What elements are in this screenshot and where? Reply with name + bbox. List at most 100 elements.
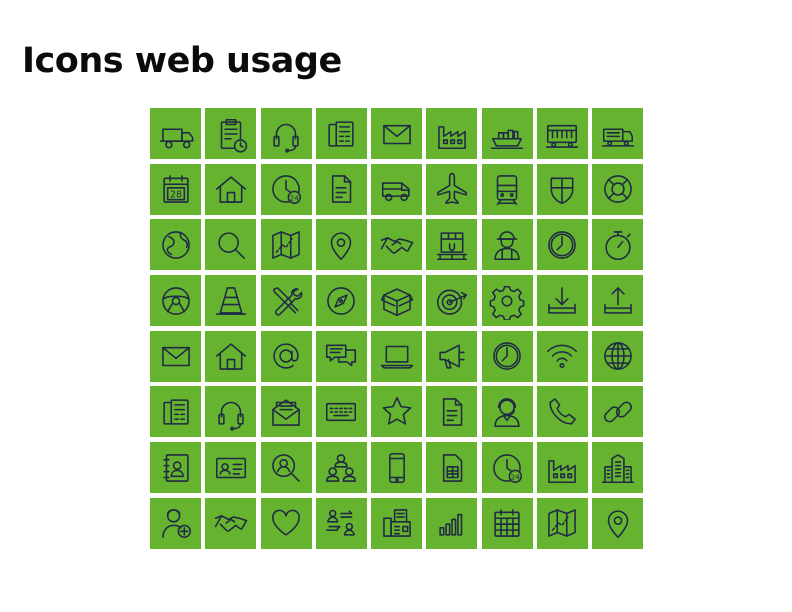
icon-tile [205, 386, 257, 438]
icon-grid: 28 24 24 [150, 108, 643, 549]
download-tray-icon [543, 282, 581, 320]
clock-icon [488, 337, 526, 375]
headset-icon [267, 115, 305, 153]
icon-tile [371, 330, 422, 382]
envelope-icon [157, 337, 195, 375]
icon-tile [536, 275, 588, 327]
icon-tile [426, 163, 478, 215]
globe-icon [599, 337, 637, 375]
fax-icon [322, 115, 360, 153]
icon-tile [371, 163, 422, 215]
magnifier-icon [212, 226, 250, 264]
home-icon [212, 170, 250, 208]
home-icon [212, 337, 250, 375]
icon-tile [592, 442, 643, 494]
icon-tile [150, 442, 201, 494]
factory-icon [543, 449, 581, 487]
globe-earth-icon [157, 226, 195, 264]
sim-card-icon [433, 449, 471, 487]
box-on-pallet-icon [433, 226, 471, 264]
headset-icon [212, 393, 250, 431]
tram-icon [488, 170, 526, 208]
icon-tile [205, 108, 257, 159]
icon-tile [426, 219, 478, 271]
worker-icon [488, 226, 526, 264]
svg-text:28: 28 [169, 190, 181, 201]
icon-tile [592, 330, 643, 382]
star-icon [378, 393, 416, 431]
icon-tile [315, 108, 367, 159]
factory-icon [433, 115, 471, 153]
van-icon [378, 170, 416, 208]
icon-tile [205, 442, 257, 494]
icon-tile [371, 497, 422, 549]
locomotive-icon [599, 115, 637, 153]
wifi-icon [543, 337, 581, 375]
skyscraper-icon [599, 449, 637, 487]
svg-text:24: 24 [290, 193, 300, 202]
icon-tile [315, 497, 367, 549]
at-sign-icon [267, 337, 305, 375]
icon-tile [592, 275, 643, 327]
clock-24-icon: 24 [488, 449, 526, 487]
icon-tile [205, 275, 257, 327]
icon-tile [481, 497, 533, 549]
icon-tile [260, 330, 312, 382]
icon-tile [426, 442, 478, 494]
icon-tile [426, 497, 478, 549]
icon-tile [260, 108, 312, 159]
icon-tile [481, 108, 533, 159]
smartphone-icon [378, 449, 416, 487]
icon-tile [315, 275, 367, 327]
icon-tile [481, 219, 533, 271]
envelope-icon [378, 115, 416, 153]
icon-tile [481, 330, 533, 382]
icon-tile [205, 497, 257, 549]
icon-tile [150, 330, 201, 382]
icon-tile [592, 163, 643, 215]
icon-tile: 24 [481, 442, 533, 494]
train-icon [543, 115, 581, 153]
icon-tile [150, 219, 201, 271]
icon-tile [536, 386, 588, 438]
user-exchange-icon [322, 504, 360, 542]
icon-tile: 28 [150, 163, 201, 215]
clock-icon [543, 226, 581, 264]
location-pin-icon [322, 226, 360, 264]
cargo-ship-icon [488, 115, 526, 153]
fax-icon [157, 393, 195, 431]
megaphone-icon [433, 337, 471, 375]
icon-tile [371, 275, 422, 327]
open-envelope-icon [267, 393, 305, 431]
icon-tile [371, 442, 422, 494]
icon-tile [536, 442, 588, 494]
icon-tile [536, 219, 588, 271]
icon-tile [371, 108, 422, 159]
icon-tile [426, 330, 478, 382]
icon-tile [371, 219, 422, 271]
lifebuoy-icon [599, 170, 637, 208]
icon-tile [592, 219, 643, 271]
calendar-28-icon: 28 [157, 170, 195, 208]
add-user-icon [157, 504, 195, 542]
icon-tile [315, 219, 367, 271]
icon-tile [260, 275, 312, 327]
icon-tile [481, 275, 533, 327]
icon-tile [315, 330, 367, 382]
traffic-cone-icon [212, 282, 250, 320]
map-route-icon [267, 226, 305, 264]
page-title: Icons web usage [22, 41, 342, 81]
icon-tile [536, 330, 588, 382]
icon-tile: 24 [260, 163, 312, 215]
target-icon [433, 282, 471, 320]
tools-icon [267, 282, 305, 320]
icon-tile [315, 442, 367, 494]
location-pin-icon [599, 504, 637, 542]
gear-icon [488, 282, 526, 320]
icon-tile [536, 108, 588, 159]
icon-tile [315, 386, 367, 438]
handshake-icon [378, 226, 416, 264]
steering-wheel-icon [157, 282, 195, 320]
icon-tile [260, 386, 312, 438]
icon-tile [481, 163, 533, 215]
